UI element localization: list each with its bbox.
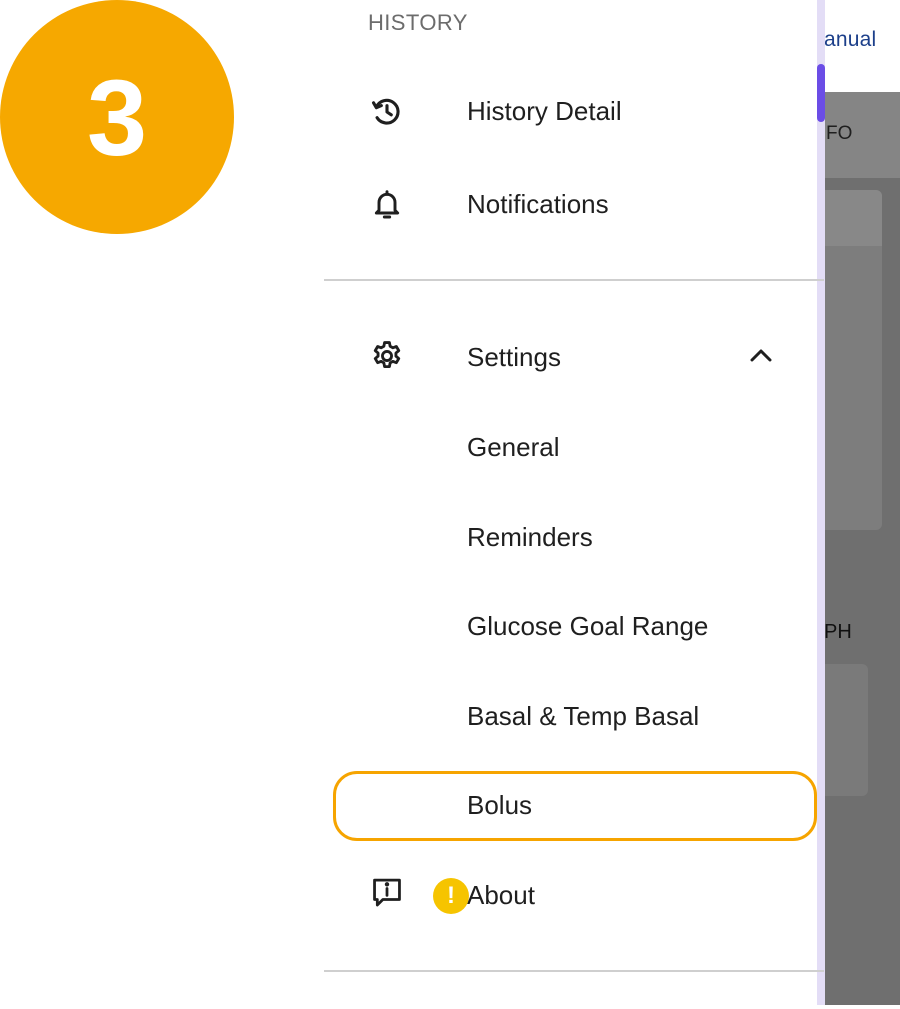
submenu-item-label: General [467,432,560,462]
step-badge: 3 [0,0,234,234]
background-tab-label: FO [826,123,853,144]
menu-item-label: Notifications [467,189,609,219]
submenu-item-label: Reminders [467,522,593,552]
chevron-up-icon[interactable] [746,344,776,368]
background-topbar-text: anual [824,28,877,51]
background-card-secondary [824,664,868,796]
step-number: 3 [86,56,148,178]
submenu-item-reminders[interactable]: Reminders [324,502,817,574]
navigation-drawer: HISTORY History Detail Notifications Set… [324,0,824,1005]
menu-item-about[interactable]: About [324,860,817,932]
bell-icon [369,187,405,223]
menu-item-label: About [467,880,535,910]
divider [324,970,824,972]
submenu-item-label: Basal & Temp Basal [467,701,700,731]
menu-item-history-detail[interactable]: History Detail [324,76,817,148]
background-card-header [824,190,882,246]
history-icon [369,94,405,130]
drawer-edge [817,0,825,1005]
submenu-item-general[interactable]: General [324,412,817,484]
menu-item-label: History Detail [467,96,622,126]
background-section-label: PH [824,621,852,643]
background-app: anual FO PH [824,0,900,1005]
submenu-item-label: Glucose Goal Range [467,611,709,641]
bolus-highlight-outline [333,771,817,841]
divider [324,279,824,281]
warning-badge: ! [433,878,469,914]
gear-icon [369,338,405,374]
menu-item-settings[interactable]: Settings [324,320,817,392]
section-header-history: HISTORY [368,10,468,35]
submenu-item-glucose-goal-range[interactable]: Glucose Goal Range [324,591,817,663]
info-icon [369,876,405,912]
submenu-item-basal-temp-basal[interactable]: Basal & Temp Basal [324,681,817,753]
menu-item-notifications[interactable]: Notifications [324,169,817,241]
menu-item-label: Settings [467,342,561,372]
drawer-scrollbar[interactable] [817,64,825,122]
